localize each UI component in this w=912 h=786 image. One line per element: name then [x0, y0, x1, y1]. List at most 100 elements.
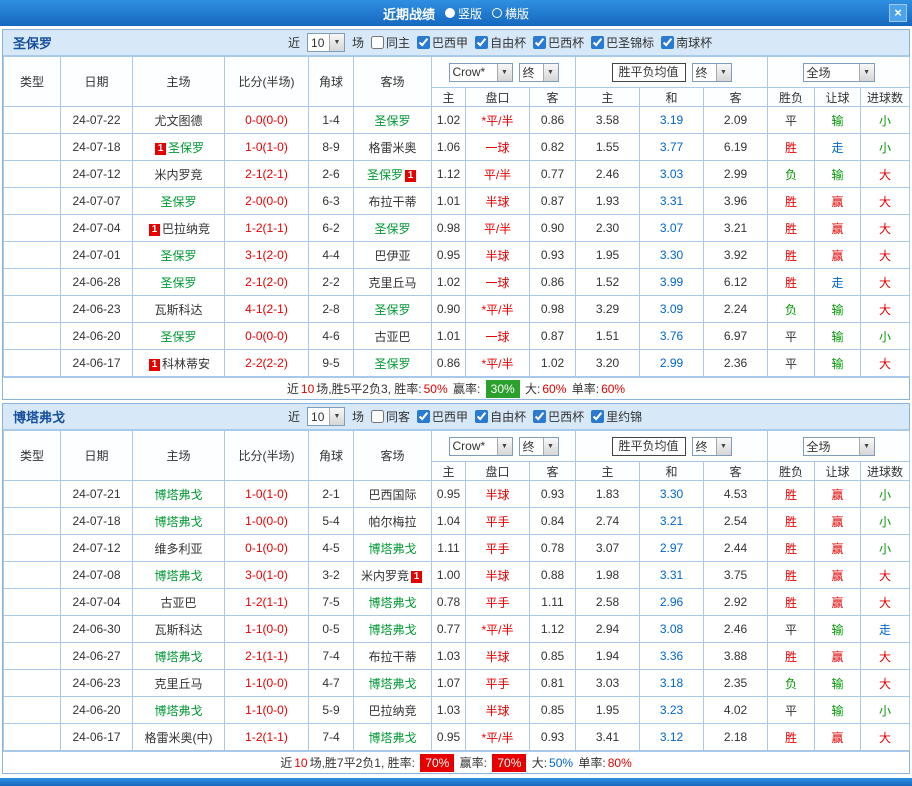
ah-away-odds: 0.85 [530, 643, 576, 670]
score-cell: 2-1(2-1) [225, 161, 309, 188]
home-team-cell: 1巴拉纳竞 [133, 215, 225, 242]
checkbox-label: 自由杯 [490, 408, 526, 425]
checkbox-input[interactable] [475, 410, 488, 423]
scope-select[interactable]: 全场▼ [803, 437, 875, 456]
ah-home-odds: 0.95 [432, 724, 466, 751]
checkbox-input[interactable] [371, 410, 384, 423]
result-wdl: 负 [768, 161, 815, 188]
eu-home-odds: 1.51 [576, 323, 640, 350]
away-team-cell: 博塔弗戈 [354, 670, 432, 697]
handicap-line: 平/半 [466, 215, 530, 242]
bookmaker-select[interactable]: Crow*▼ [449, 437, 513, 456]
score-cell: 0-0(0-0) [225, 323, 309, 350]
away-team-cell: 克里丘马 [354, 269, 432, 296]
corners-cell: 2-1 [309, 481, 354, 508]
league-cell: 巴西甲 [4, 161, 61, 188]
checkbox-input[interactable] [533, 36, 546, 49]
eu-draw-odds: 3.18 [640, 670, 704, 697]
result-handicap: 输 [815, 616, 861, 643]
ah-home-odds: 0.78 [432, 589, 466, 616]
final-odds-select[interactable]: 终▼ [519, 437, 559, 456]
final-odds-select[interactable]: 终▼ [519, 63, 559, 82]
final-odds-select[interactable]: 终▼ [692, 63, 732, 82]
checkbox-input[interactable] [417, 410, 430, 423]
date-cell: 24-07-01 [61, 242, 133, 269]
corners-cell: 2-6 [309, 161, 354, 188]
filter-checkbox-巴西杯[interactable]: 巴西杯 [533, 408, 584, 425]
recent-label-suffix: 场 [352, 408, 364, 425]
radio-horizontal[interactable] [492, 8, 502, 18]
team-label: 博塔弗戈 [154, 704, 202, 718]
filter-checkbox-自由杯[interactable]: 自由杯 [475, 34, 526, 51]
home-team-cell: 米内罗竞 [133, 161, 225, 188]
filter-checkbox-同客[interactable]: 同客 [371, 408, 410, 425]
match-row: 巴西甲24-07-01圣保罗3-1(2-0)4-4巴伊亚0.95半球0.931.… [4, 242, 910, 269]
radio-horizontal-label[interactable]: 横版 [505, 5, 529, 22]
recent-count-select[interactable]: 10▼ [307, 33, 345, 52]
ah-away-odds: 0.78 [530, 535, 576, 562]
checkbox-input[interactable] [417, 36, 430, 49]
date-cell: 24-06-23 [61, 296, 133, 323]
handicap-line: 一球 [466, 269, 530, 296]
scope-select[interactable]: 全场▼ [803, 63, 875, 82]
radio-vertical-label[interactable]: 竖版 [458, 5, 482, 22]
eu-away-odds: 6.97 [704, 323, 768, 350]
handicap-line: 一球 [466, 323, 530, 350]
bookmaker-select[interactable]: Crow*▼ [449, 63, 513, 82]
filters: 同客巴西甲 自由杯巴西杯里约锦 [371, 408, 642, 425]
date-cell: 24-06-20 [61, 323, 133, 350]
handicap-line: 平/半 [466, 161, 530, 188]
chevron-down-icon: ▼ [859, 438, 874, 455]
final-odds-select[interactable]: 终▼ [692, 437, 732, 456]
filter-checkbox-巴西甲[interactable]: 巴西甲 [417, 408, 468, 425]
checkbox-input[interactable] [591, 36, 604, 49]
filter-checkbox-自由杯[interactable]: 自由杯 [475, 408, 526, 425]
checkbox-input[interactable] [475, 36, 488, 49]
team-label: 克里丘马 [154, 677, 202, 691]
result-wdl: 胜 [768, 562, 815, 589]
match-row: 巴西甲24-07-12米内罗竞2-1(2-1)2-6圣保罗11.12平/半0.7… [4, 161, 910, 188]
match-row: 巴西甲24-06-17格雷米奥(中)1-2(1-1)7-4博塔弗戈0.95*平/… [4, 724, 910, 751]
league-cell: 巴西甲 [4, 107, 61, 134]
recent-count-select[interactable]: 10▼ [307, 407, 345, 426]
league-cell: 巴西甲 [4, 535, 61, 562]
checkbox-input[interactable] [591, 410, 604, 423]
summary-text: 赢率: [456, 756, 490, 770]
radio-vertical[interactable] [445, 8, 455, 18]
corners-cell: 7-5 [309, 589, 354, 616]
filter-checkbox-里约锦[interactable]: 里约锦 [591, 408, 642, 425]
team-label: 米内罗竞 [154, 168, 202, 182]
league-cell: 巴西甲 [4, 616, 61, 643]
filter-checkbox-巴圣锦标[interactable]: 巴圣锦标 [591, 34, 654, 51]
eu-home-odds: 3.03 [576, 670, 640, 697]
wdl-average-button[interactable]: 胜平负均值 [612, 63, 686, 82]
checkbox-input[interactable] [371, 36, 384, 49]
eu-home-odds: 3.58 [576, 107, 640, 134]
chevron-down-icon: ▼ [716, 438, 731, 455]
eu-home-odds: 1.98 [576, 562, 640, 589]
checkbox-input[interactable] [661, 36, 674, 49]
filter-checkbox-南球杯[interactable]: 南球杯 [661, 34, 712, 51]
eu-draw-odds: 3.08 [640, 616, 704, 643]
filter-checkbox-巴西甲[interactable]: 巴西甲 [417, 34, 468, 51]
score-cell: 1-2(1-1) [225, 724, 309, 751]
score-cell: 2-1(1-1) [225, 643, 309, 670]
date-cell: 24-06-30 [61, 616, 133, 643]
team-label: 博塔弗戈 [368, 623, 416, 637]
away-team-cell: 米内罗竞1 [354, 562, 432, 589]
col-eu-home: 主 [576, 462, 640, 481]
result-wdl: 胜 [768, 481, 815, 508]
filter-checkbox-巴西杯[interactable]: 巴西杯 [533, 34, 584, 51]
filter-checkbox-同主[interactable]: 同主 [371, 34, 410, 51]
result-goals: 大 [861, 643, 910, 670]
league-cell: 巴西甲 [4, 296, 61, 323]
col-res-wdl: 胜负 [768, 88, 815, 107]
result-wdl: 胜 [768, 724, 815, 751]
result-handicap: 赢 [815, 535, 861, 562]
wdl-average-button[interactable]: 胜平负均值 [612, 437, 686, 456]
result-wdl: 胜 [768, 508, 815, 535]
checkbox-input[interactable] [533, 410, 546, 423]
result-wdl: 胜 [768, 215, 815, 242]
close-icon[interactable]: × [889, 4, 907, 22]
ah-controls: Crow*▼ 终▼ [432, 57, 576, 88]
